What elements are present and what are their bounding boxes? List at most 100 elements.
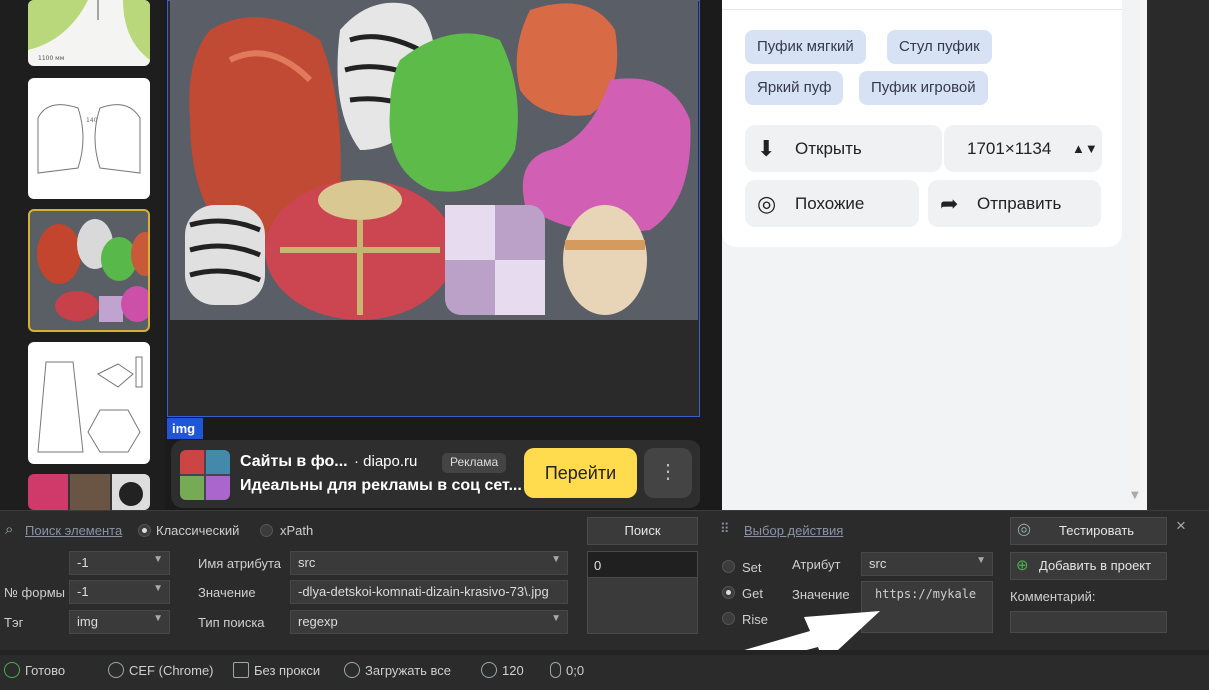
status-load[interactable]: Загружать все (344, 662, 451, 678)
similar-button[interactable]: ◎ Похожие (745, 180, 919, 227)
chip-tag-1[interactable]: Пуфик мягкий (745, 30, 866, 64)
result-count: 0 (588, 552, 697, 578)
search-type-select[interactable]: regexp ▼ (290, 610, 568, 634)
ad-go-button[interactable]: Перейти (524, 448, 637, 498)
ad-title[interactable]: Сайты в фо... (240, 453, 348, 471)
thumbnail-pattern-2[interactable]: 140 (28, 78, 150, 199)
mode-classic-label: Классический (156, 523, 240, 538)
check-circle-icon (344, 662, 360, 678)
search-element-link[interactable]: Поиск элемента (25, 523, 122, 538)
index-select[interactable]: -1 ▼ (69, 551, 170, 575)
comment-input[interactable] (1010, 611, 1167, 633)
updown-icon: ▲▼ (1072, 141, 1098, 156)
tag-value: img (77, 614, 98, 629)
chrome-icon (108, 662, 124, 678)
ad-domain: · diapo.ru (354, 453, 418, 470)
radio-xpath[interactable] (260, 524, 273, 537)
chevron-down-icon: ▼ (153, 613, 163, 624)
panel-scrollbar[interactable]: ▼ (1128, 0, 1144, 510)
tag-select[interactable]: img ▼ (69, 610, 170, 634)
set-label: Set (742, 560, 762, 575)
form-select[interactable]: -1 ▼ (69, 580, 170, 604)
form-value: -1 (77, 584, 89, 599)
search-button[interactable]: Поиск (587, 517, 698, 545)
status-mouse-label: 0;0 (566, 663, 585, 678)
viewport-gap (700, 0, 722, 510)
thumbnail-pattern-1[interactable]: 1100 мм (28, 0, 150, 66)
status-ready-label: Готово (25, 663, 66, 678)
open-button[interactable]: ⬇ Открыть (745, 125, 942, 172)
chip-tag-3[interactable]: Яркий пуф (745, 71, 844, 105)
grid-icon: ⠿ (720, 521, 730, 536)
size-select[interactable]: 1701×1134 ▲▼ (944, 125, 1102, 172)
plus-circle-icon: ⊕ (1016, 557, 1029, 574)
divider (722, 9, 1122, 10)
chip-tag-4[interactable]: Пуфик игровой (859, 71, 988, 105)
ad-description: Идеальны для рекламы в соц сет... (240, 477, 522, 494)
share-arrow-icon: ➦ (940, 191, 959, 216)
add-to-project-label: Добавить в проект (1039, 558, 1152, 573)
download-icon: ⬇ (757, 136, 776, 161)
radio-classic[interactable] (138, 524, 151, 537)
status-timer-label: 120 (502, 663, 524, 678)
ad-banner[interactable]: Сайты в фо... · diapo.ru Реклама Идеальн… (171, 440, 701, 508)
svg-text:1100 мм: 1100 мм (38, 55, 64, 62)
close-icon[interactable]: × (1176, 516, 1186, 536)
thumbnail-beanbags-selected[interactable] (28, 209, 150, 332)
form-label: № формы (4, 585, 65, 600)
inspector-tag-label: img (167, 418, 203, 439)
main-image-beanbags[interactable] (170, 0, 698, 320)
clock-icon (481, 662, 497, 678)
status-proxy-label: Без прокси (254, 663, 321, 678)
result-field[interactable]: 0 (587, 551, 698, 634)
status-timer[interactable]: 120 (481, 662, 524, 678)
share-label: Отправить (977, 194, 1062, 213)
value-text: -dlya-detskoi-komnati-dizain-krasivo-73\… (298, 584, 549, 599)
status-ready: Готово (4, 662, 65, 678)
value-input[interactable]: -dlya-detskoi-komnati-dizain-krasivo-73\… (290, 580, 568, 604)
index-value: -1 (77, 555, 89, 570)
ad-badge: Реклама (442, 453, 507, 473)
status-proxy[interactable]: Без прокси (233, 662, 320, 678)
chevron-down-icon: ▼ (153, 583, 163, 594)
add-to-project-button[interactable]: ⊕ Добавить в проект (1010, 552, 1167, 580)
camera-search-icon: ◎ (757, 191, 777, 216)
radio-get[interactable] (722, 586, 735, 599)
share-button[interactable]: ➦ Отправить (928, 180, 1101, 227)
comment-label: Комментарий: (1010, 589, 1096, 604)
check-icon (4, 662, 20, 678)
open-label: Открыть (795, 139, 862, 158)
select-action-link[interactable]: Выбор действия (744, 523, 843, 538)
test-button[interactable]: ◎ Тестировать (1010, 517, 1167, 545)
attribute-value: src (869, 556, 887, 571)
ad-thumbnail (180, 450, 230, 500)
status-engine-label: CEF (Chrome) (129, 663, 214, 678)
chevron-down-icon: ▼ (551, 613, 561, 624)
thumbnail-photo-4[interactable] (28, 474, 150, 510)
test-label: Тестировать (1059, 523, 1135, 538)
scroll-down-icon[interactable]: ▼ (1131, 490, 1139, 501)
action-value-label: Значение (792, 587, 850, 602)
attribute-select[interactable]: src ▼ (861, 552, 993, 576)
ad-more-button[interactable]: ⋮ (644, 448, 692, 498)
attr-name-value: src (298, 555, 316, 570)
thumbnail-pattern-3[interactable] (28, 342, 150, 464)
search-type-value: regexp (298, 614, 338, 629)
chevron-down-icon: ▼ (153, 554, 163, 565)
attr-name-label: Имя атрибута (198, 556, 282, 571)
value-label: Значение (198, 585, 256, 600)
status-load-label: Загружать все (365, 663, 452, 678)
action-value-text: https://mykale (875, 587, 977, 601)
right-dim-strip (1147, 0, 1209, 510)
similar-label: Похожие (795, 194, 865, 213)
chevron-down-icon: ▼ (551, 554, 561, 565)
radio-set[interactable] (722, 560, 735, 573)
monitor-icon (233, 662, 249, 678)
size-label: 1701×1134 (967, 139, 1052, 158)
chip-tag-2[interactable]: Стул пуфик (887, 30, 992, 64)
check-circle-icon: ◎ (1017, 521, 1031, 538)
status-engine[interactable]: CEF (Chrome) (108, 662, 214, 678)
get-label: Get (742, 586, 763, 601)
mouse-icon (550, 662, 561, 678)
attr-name-select[interactable]: src ▼ (290, 551, 568, 575)
